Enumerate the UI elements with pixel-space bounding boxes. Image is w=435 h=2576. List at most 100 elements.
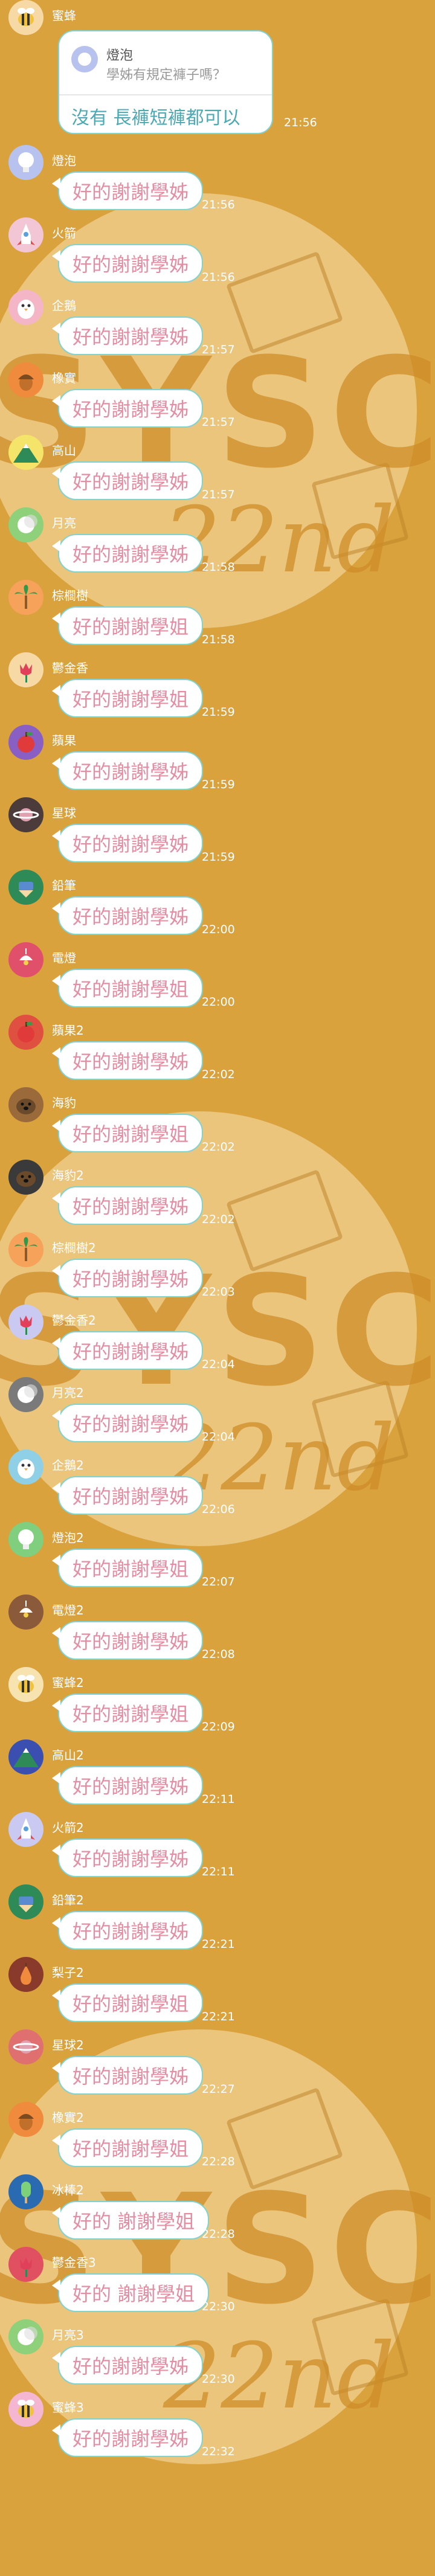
message-bubble[interactable]: 好的謝謝學姊 <box>51 824 204 862</box>
message-row[interactable]: 星球2 好的謝謝學姊 22:27 <box>0 2029 435 2102</box>
pencil-icon[interactable] <box>8 870 44 905</box>
pear-icon[interactable] <box>8 1957 44 1992</box>
tulip-icon[interactable] <box>8 1305 44 1340</box>
message-row[interactable]: 高山 好的謝謝學姊 21:57 <box>0 435 435 507</box>
message-bubble[interactable]: 好的謝謝學姊 <box>51 2418 204 2457</box>
palm-tree-icon[interactable] <box>8 580 44 615</box>
message-row[interactable]: 蘋果 好的謝謝學姊 21:59 <box>0 725 435 797</box>
message-bubble[interactable]: 好的謝謝學姐 <box>51 1549 204 1587</box>
planet-icon[interactable] <box>8 2029 44 2064</box>
message-bubble[interactable]: 好的謝謝學姊 <box>51 1331 204 1370</box>
message-bubble[interactable]: 好的謝謝學姊 <box>51 1259 204 1297</box>
message-row[interactable]: 企鵝 好的謝謝學姊 21:57 <box>0 290 435 362</box>
reply-message[interactable]: 蜜蜂 燈泡 學姊有規定褲子嗎？ 沒有 長褲短褲都可以 21:56 <box>0 0 435 145</box>
apple-icon[interactable] <box>8 725 44 760</box>
moon-icon[interactable] <box>8 1377 44 1412</box>
message-bubble[interactable]: 好的謝謝學姊 <box>51 389 204 428</box>
bee-icon[interactable] <box>8 0 44 35</box>
message-bubble[interactable]: 好的謝謝學姐 <box>51 679 204 718</box>
rocket-icon[interactable] <box>8 1812 44 1847</box>
message-bubble[interactable]: 好的謝謝學姐 <box>51 1694 204 1732</box>
message-row[interactable]: 企鵝2 好的謝謝學姊 22:06 <box>0 1450 435 1522</box>
message-row[interactable]: 鉛筆 好的謝謝學姊 22:00 <box>0 870 435 942</box>
message-bubble[interactable]: 好的謝謝學姊 <box>51 534 204 573</box>
apple-icon[interactable] <box>8 1015 44 1050</box>
message-row[interactable]: 蜜蜂2 好的謝謝學姐 22:09 <box>0 1667 435 1739</box>
message-row[interactable]: 鉛筆2 好的謝謝學姊 22:21 <box>0 1884 435 1957</box>
lamp-icon[interactable] <box>8 942 44 977</box>
acorn-icon[interactable] <box>8 362 44 397</box>
message-bubble[interactable]: 好的謝謝學姊 <box>51 1766 204 1805</box>
bee-icon[interactable] <box>8 2392 44 2427</box>
pencil-icon[interactable] <box>8 1884 44 1919</box>
message-row[interactable]: 燈泡2 好的謝謝學姐 22:07 <box>0 1522 435 1595</box>
message-bubble[interactable]: 好的 謝謝學姐 <box>51 2201 210 2240</box>
lightbulb-icon[interactable] <box>8 145 44 180</box>
message-row[interactable]: 高山2 好的謝謝學姊 22:11 <box>0 1739 435 1812</box>
message-bubble[interactable]: 好的謝謝學姊 <box>51 2346 204 2385</box>
message-bubble[interactable]: 燈泡 學姊有規定褲子嗎？ 沒有 長褲短褲都可以 <box>58 30 273 134</box>
bee-icon[interactable] <box>8 1667 44 1702</box>
message-row[interactable]: 火箭 好的謝謝學姊 21:56 <box>0 217 435 290</box>
message-bubble[interactable]: 好的謝謝學姊 <box>51 1476 204 1515</box>
message-row[interactable]: 電燈 好的謝謝學姐 22:00 <box>0 942 435 1015</box>
message-row[interactable]: 冰棒2 好的 謝謝學姐 22:28 <box>0 2174 435 2247</box>
message-row[interactable]: 鬱金香3 好的 謝謝學姐 22:30 <box>0 2247 435 2319</box>
message-bubble[interactable]: 好的謝謝學姊 <box>51 751 204 790</box>
seal-icon[interactable] <box>8 1087 44 1122</box>
message-row[interactable]: 火箭2 好的謝謝學姊 22:11 <box>0 1812 435 1884</box>
message-bubble[interactable]: 好的謝謝學姊 <box>51 1621 204 1660</box>
message-row[interactable]: 鬱金香2 好的謝謝學姊 22:04 <box>0 1305 435 1377</box>
acorn-icon[interactable] <box>8 2102 44 2137</box>
message-row[interactable]: 鬱金香 好的謝謝學姐 21:59 <box>0 652 435 725</box>
palm-tree-icon[interactable] <box>8 1232 44 1267</box>
message-row[interactable]: 棕櫚樹2 好的謝謝學姊 22:03 <box>0 1232 435 1305</box>
lamp-icon[interactable] <box>8 1595 44 1630</box>
message-row[interactable]: 月亮2 好的謝謝學姊 22:04 <box>0 1377 435 1450</box>
rocket-icon[interactable] <box>8 217 44 252</box>
message-bubble[interactable]: 好的謝謝學姐 <box>51 1114 204 1152</box>
message-bubble[interactable]: 好的謝謝學姊 <box>51 896 204 935</box>
planet-icon[interactable] <box>8 797 44 832</box>
seal-icon[interactable] <box>8 1160 44 1195</box>
message-row[interactable]: 月亮3 好的謝謝學姊 22:30 <box>0 2319 435 2392</box>
message-bubble[interactable]: 好的謝謝學姊 <box>51 2056 204 2095</box>
message-bubble[interactable]: 好的謝謝學姊 <box>51 1839 204 1877</box>
message-bubble[interactable]: 好的謝謝學姊 <box>51 1186 204 1225</box>
message-bubble[interactable]: 好的謝謝學姐 <box>51 606 204 645</box>
penguin-icon[interactable] <box>8 1450 44 1485</box>
lightbulb-icon[interactable] <box>8 1522 44 1557</box>
quoted-message[interactable]: 燈泡 學姊有規定褲子嗎？ <box>66 40 266 88</box>
message-row[interactable]: 燈泡 好的謝謝學姊 21:56 <box>0 145 435 217</box>
moon-icon[interactable] <box>8 507 44 542</box>
message-bubble[interactable]: 好的謝謝學姊 <box>51 316 204 355</box>
message-row[interactable]: 梨子2 好的謝謝學姐 22:21 <box>0 1957 435 2029</box>
message-bubble[interactable]: 好的謝謝學姐 <box>51 1983 204 2022</box>
message-row[interactable]: 月亮 好的謝謝學姊 21:58 <box>0 507 435 580</box>
message-row[interactable]: 海豹 好的謝謝學姐 22:02 <box>0 1087 435 1160</box>
message-bubble[interactable]: 好的謝謝學姊 <box>51 1041 204 1080</box>
message-row[interactable]: 橡實2 好的謝謝學姐 22:28 <box>0 2102 435 2174</box>
message-row[interactable]: 星球 好的謝謝學姊 21:59 <box>0 797 435 870</box>
message-bubble[interactable]: 好的謝謝學姐 <box>51 969 204 1007</box>
tulip-icon[interactable] <box>8 2247 44 2282</box>
message-bubble[interactable]: 好的謝謝學姐 <box>51 2128 204 2167</box>
message-bubble[interactable]: 好的謝謝學姊 <box>51 1404 204 1442</box>
popsicle-icon[interactable] <box>8 2174 44 2209</box>
penguin-icon[interactable] <box>8 290 44 325</box>
message-row[interactable]: 橡實 好的謝謝學姊 21:57 <box>0 362 435 435</box>
chat-room[interactable]: SYSC 22nd SYSC 22nd SYSC 22nd 蜜蜂 燈泡 學姊有規… <box>0 0 435 2576</box>
message-bubble[interactable]: 好的謝謝學姊 <box>51 1911 204 1950</box>
moon-icon[interactable] <box>8 2319 44 2354</box>
message-bubble[interactable]: 好的謝謝學姊 <box>51 172 204 210</box>
message-row[interactable]: 海豹2 好的謝謝學姊 22:02 <box>0 1160 435 1232</box>
message-row[interactable]: 棕櫚樹 好的謝謝學姐 21:58 <box>0 580 435 652</box>
message-row[interactable]: 電燈2 好的謝謝學姊 22:08 <box>0 1595 435 1667</box>
message-row[interactable]: 蜜蜂3 好的謝謝學姊 22:32 <box>0 2392 435 2464</box>
message-bubble[interactable]: 好的謝謝學姊 <box>51 244 204 283</box>
message-bubble[interactable]: 好的 謝謝學姐 <box>51 2273 210 2312</box>
mountain-icon[interactable] <box>8 435 44 470</box>
tulip-icon[interactable] <box>8 652 44 687</box>
message-row[interactable]: 蘋果2 好的謝謝學姊 22:02 <box>0 1015 435 1087</box>
message-bubble[interactable]: 好的謝謝學姊 <box>51 461 204 500</box>
